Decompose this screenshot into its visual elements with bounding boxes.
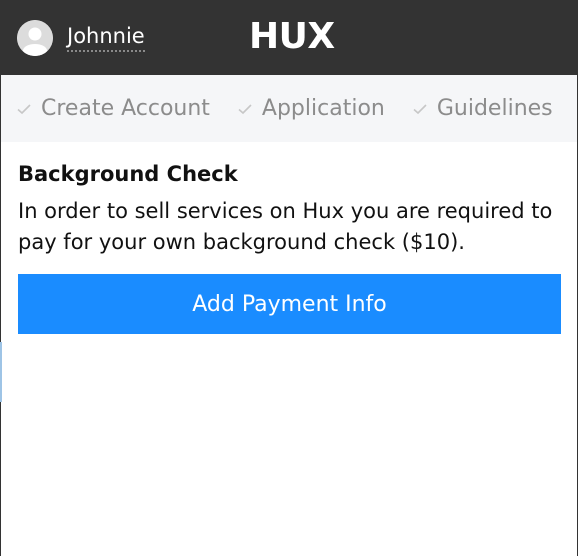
top-header: Johnnie HUX: [1, 0, 577, 75]
add-payment-info-button[interactable]: Add Payment Info: [18, 274, 561, 334]
step-guidelines[interactable]: Guidelines: [411, 96, 553, 121]
brand-logo[interactable]: HUX: [249, 16, 335, 57]
section-description: In order to sell services on Hux you are…: [18, 199, 553, 254]
progress-steps: Create Account Application Guidelines: [1, 75, 577, 142]
section-title: Background Check: [18, 162, 238, 186]
check-icon: [17, 103, 31, 114]
step-label: Guidelines: [436, 96, 553, 121]
main-content: Background Check In order to sell servic…: [1, 142, 577, 334]
user-avatar-icon[interactable]: [17, 19, 53, 56]
step-application[interactable]: Application: [236, 96, 385, 121]
edge-divider: [0, 342, 2, 402]
app-window: Johnnie HUX Create Account Application G…: [0, 0, 578, 556]
user-menu[interactable]: Johnnie: [17, 19, 145, 56]
step-create-account[interactable]: Create Account: [15, 96, 210, 121]
step-label: Create Account: [41, 96, 210, 121]
check-icon: [238, 103, 252, 114]
step-label: Application: [261, 96, 385, 121]
check-icon: [413, 103, 427, 114]
username-link[interactable]: Johnnie: [67, 24, 145, 52]
